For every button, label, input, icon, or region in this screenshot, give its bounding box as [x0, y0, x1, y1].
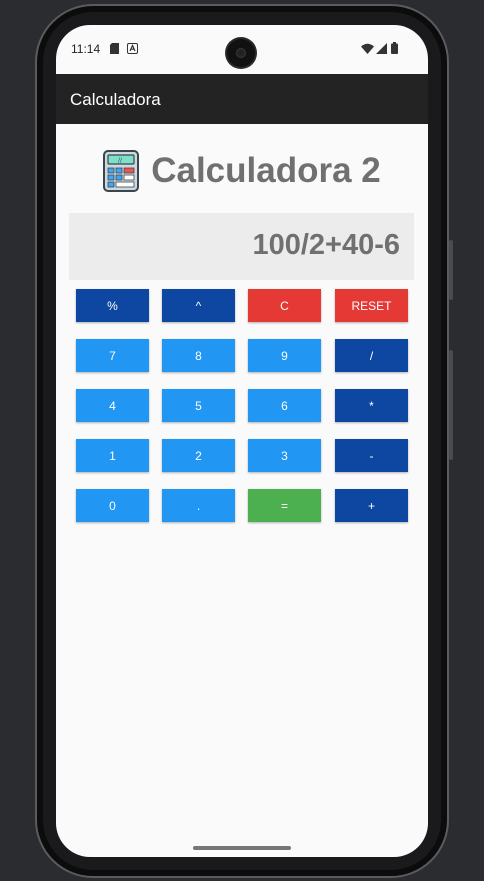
calculator-display: 100/2+40-6 — [69, 213, 414, 280]
page-title: Calculadora 2 — [151, 151, 381, 190]
signal-icon — [376, 43, 387, 54]
front-camera — [227, 39, 255, 67]
key-2-button[interactable]: 2 — [162, 439, 235, 472]
gesture-nav-bar[interactable] — [193, 846, 291, 850]
screen: 11:14 Calculadora // Calculadora 2 100/2… — [56, 25, 428, 857]
key-minus-button[interactable]: - — [335, 439, 408, 472]
app-bar-title: Calculadora — [70, 90, 161, 109]
wifi-icon — [361, 43, 374, 54]
key-7-button[interactable]: 7 — [76, 339, 149, 372]
key-percent-button[interactable]: % — [76, 289, 149, 322]
key-4-button[interactable]: 4 — [76, 389, 149, 422]
key-divide-button[interactable]: / — [335, 339, 408, 372]
key-decimal-button[interactable]: . — [162, 489, 235, 522]
key-equals-button[interactable]: = — [248, 489, 321, 522]
display-expression: 100/2+40-6 — [252, 229, 400, 261]
status-time: 11:14 — [71, 42, 101, 56]
key-1-button[interactable]: 1 — [76, 439, 149, 472]
key-6-button[interactable]: 6 — [248, 389, 321, 422]
app-notification-icon — [127, 43, 138, 54]
key-5-button[interactable]: 5 — [162, 389, 235, 422]
volume-button — [449, 350, 453, 460]
key-8-button[interactable]: 8 — [162, 339, 235, 372]
key-power-button[interactable]: ^ — [162, 289, 235, 322]
status-bar: 11:14 — [56, 25, 428, 73]
app-bar: Calculadora — [56, 74, 428, 124]
key-clear-button[interactable]: C — [248, 289, 321, 322]
power-button — [449, 240, 453, 300]
page-header: // Calculadora 2 — [56, 147, 428, 195]
key-9-button[interactable]: 9 — [248, 339, 321, 372]
key-3-button[interactable]: 3 — [248, 439, 321, 472]
sd-card-icon — [110, 43, 119, 54]
battery-icon — [391, 42, 398, 54]
key-0-button[interactable]: 0 — [76, 489, 149, 522]
key-plus-button[interactable]: + — [335, 489, 408, 522]
key-reset-button[interactable]: RESET — [335, 289, 408, 322]
calculator-icon: // — [103, 150, 140, 192]
key-multiply-button[interactable]: * — [335, 389, 408, 422]
